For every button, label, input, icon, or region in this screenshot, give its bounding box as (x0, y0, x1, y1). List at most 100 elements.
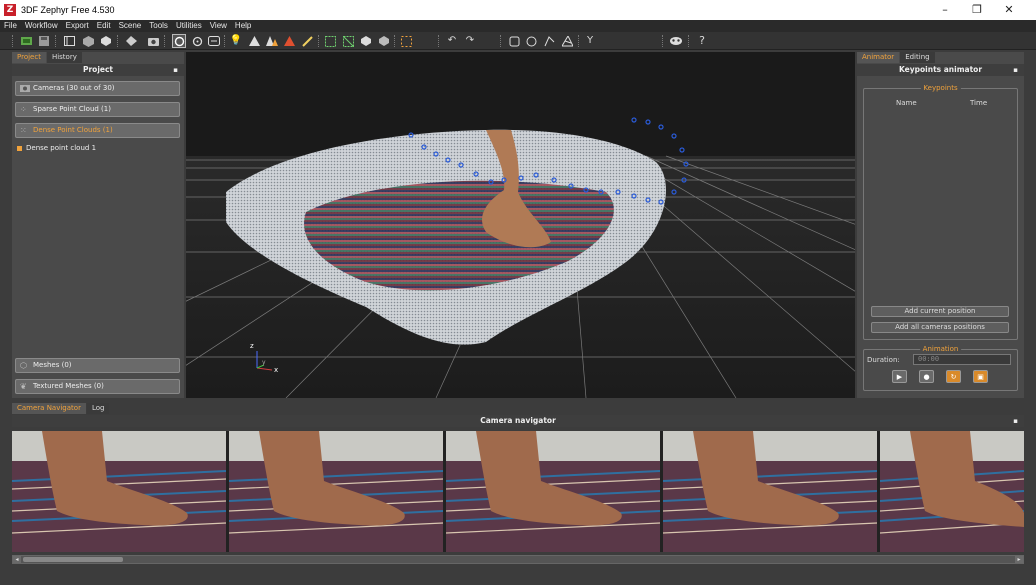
toolbar-separator (394, 35, 396, 47)
menu-edit[interactable]: Edit (93, 20, 115, 32)
sparse-cloud-group-button[interactable]: ⁘ Sparse Point Cloud (1) (15, 102, 180, 117)
menu-workflow[interactable]: Workflow (21, 20, 62, 32)
toolbar-separator (688, 35, 690, 47)
toolbar-separator (164, 35, 166, 47)
toolbar-separator (117, 35, 119, 47)
keypoints-legend: Keypoints (920, 84, 961, 93)
camera-thumbnail[interactable] (446, 431, 660, 552)
workspace-icon[interactable] (63, 35, 75, 47)
menu-file[interactable]: File (0, 20, 21, 32)
z-axis-label: z (250, 342, 254, 350)
dense-cloud-group-button[interactable]: ⁙ Dense Point Clouds (1) (15, 123, 180, 138)
pin-icon[interactable]: ▪ (1013, 64, 1018, 76)
crop-icon[interactable] (342, 35, 354, 47)
menu-utilities[interactable]: Utilities (172, 20, 206, 32)
cameras-group-button[interactable]: Cameras (30 out of 30) (15, 81, 180, 96)
project-panel: Project History Project ▪ Cameras (30 ou… (12, 52, 184, 398)
panel-title-text: Project (82, 65, 114, 74)
animator-panel: Animator Editing Keypoints animator ▪ Ke… (857, 52, 1024, 398)
orbit-icon[interactable] (172, 34, 186, 48)
save-icon[interactable] (38, 35, 50, 47)
film-icon: ▣ (977, 372, 984, 381)
minimize-button[interactable]: – (930, 0, 960, 20)
branch-icon[interactable]: Y (584, 35, 596, 47)
maximize-button[interactable]: ❐ (962, 0, 992, 20)
meshes-group-button[interactable]: ⬡ Meshes (0) (15, 358, 180, 373)
sphere-icon[interactable] (378, 35, 390, 47)
y-axis-label: y (262, 359, 266, 366)
menu-export[interactable]: Export (62, 20, 93, 32)
foot-photo (663, 431, 877, 552)
tab-editing[interactable]: Editing (900, 52, 935, 63)
select-points-icon[interactable] (324, 35, 336, 47)
toolbar-separator (12, 35, 14, 47)
tab-camera-navigator[interactable]: Camera Navigator (12, 403, 86, 414)
tab-project[interactable]: Project (12, 52, 46, 63)
scroll-right-icon[interactable]: ▸ (1015, 556, 1023, 563)
frame-icon[interactable] (400, 35, 412, 47)
box-icon[interactable] (360, 35, 372, 47)
3d-viewport[interactable]: z y x (186, 52, 855, 398)
mask-icon[interactable] (670, 35, 682, 47)
foot-photo (446, 431, 660, 552)
bottom-tabs: Camera Navigator Log (12, 403, 110, 414)
help-icon[interactable]: ? (696, 35, 708, 47)
add-all-cameras-button[interactable]: Add all cameras positions (871, 322, 1009, 333)
dense-cloud-item[interactable]: Dense point cloud 1 (17, 144, 96, 153)
pin-icon[interactable]: ▪ (1013, 415, 1018, 427)
scrollbar-thumb[interactable] (23, 557, 123, 562)
play-button[interactable]: ▶ (892, 370, 907, 383)
tab-animator[interactable]: Animator (857, 52, 900, 63)
circle-select-icon[interactable] (525, 35, 537, 47)
camera-thumbnail[interactable] (880, 431, 1024, 552)
camera-thumbnail[interactable] (663, 431, 877, 552)
sparse-icon[interactable] (100, 35, 112, 47)
redo-icon[interactable]: ↷ (464, 35, 476, 47)
column-name-header: Name (896, 99, 917, 107)
toolbar-separator (55, 35, 57, 47)
thumbnail-scrollbar[interactable]: ◂ ▸ (12, 555, 1024, 564)
menu-help[interactable]: Help (231, 20, 255, 32)
rotate-icon[interactable] (191, 35, 203, 47)
camera-icon[interactable] (147, 35, 159, 47)
duration-input[interactable]: 00:00 (913, 354, 1011, 365)
pin-icon[interactable]: ▪ (173, 64, 178, 76)
undo-icon[interactable]: ↶ (446, 35, 458, 47)
points-icon[interactable] (248, 35, 260, 47)
menu-scene[interactable]: Scene (115, 20, 146, 32)
object-icon[interactable] (82, 35, 94, 47)
record-button[interactable]: ▣ (973, 370, 988, 383)
loop-button[interactable]: ↻ (946, 370, 961, 383)
lasso-icon[interactable] (508, 35, 520, 47)
textured-meshes-group-button[interactable]: ❦ Textured Meshes (0) (15, 379, 180, 394)
toolbar-separator (318, 35, 320, 47)
textured-mesh-icon: ❦ (20, 382, 27, 391)
keypoints-group: Keypoints Name Time (863, 84, 1018, 340)
title-bar: Z 3DF Zephyr Free 4.530 – ❐ ✕ (0, 0, 1036, 20)
pointer-icon[interactable] (543, 35, 555, 47)
menu-view[interactable]: View (206, 20, 231, 32)
camera-thumbnail[interactable] (229, 431, 443, 552)
play-icon: ▶ (896, 372, 903, 381)
checkbox-icon[interactable] (17, 146, 22, 151)
scroll-left-icon[interactable]: ◂ (13, 556, 21, 563)
brush-icon[interactable] (301, 35, 313, 47)
mesh-icon[interactable] (283, 35, 295, 47)
camera-thumbnail[interactable] (12, 431, 226, 552)
plane-icon[interactable] (561, 35, 573, 47)
measure-icon[interactable] (208, 35, 220, 47)
tab-history[interactable]: History (46, 52, 82, 63)
close-button[interactable]: ✕ (994, 0, 1024, 20)
animator-panel-title: Keypoints animator ▪ (857, 64, 1024, 76)
stop-button[interactable]: ● (919, 370, 934, 383)
toolbar-separator (224, 35, 226, 47)
camera-move-icon[interactable] (125, 35, 137, 47)
add-current-position-button[interactable]: Add current position (871, 306, 1009, 317)
foot-photo (12, 431, 226, 552)
new-project-icon[interactable] (20, 35, 32, 47)
point-cloud-icon[interactable] (266, 35, 278, 47)
light-icon[interactable]: 💡 (230, 35, 242, 47)
dense-cloud-item-label: Dense point cloud 1 (26, 144, 97, 152)
menu-tools[interactable]: Tools (145, 20, 172, 32)
tab-log[interactable]: Log (86, 403, 110, 414)
